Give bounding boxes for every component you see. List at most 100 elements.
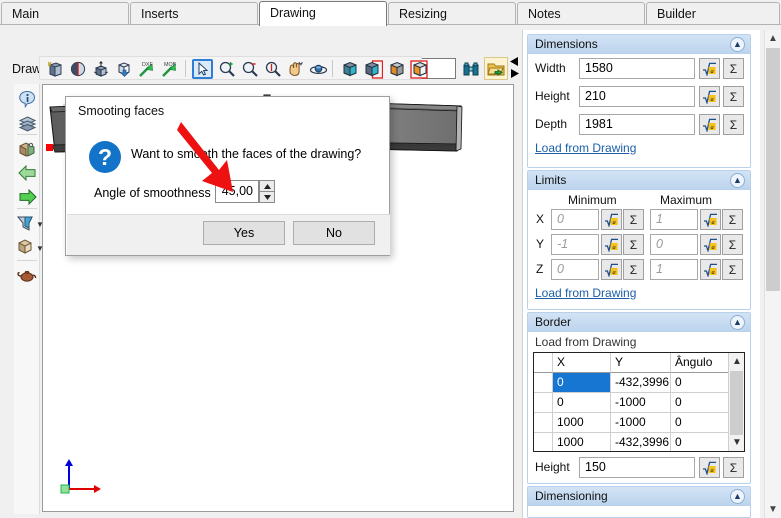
sphere-section-button[interactable] xyxy=(67,59,88,79)
cell-x[interactable]: 0 xyxy=(553,393,611,413)
chevron-up-icon[interactable]: ▲ xyxy=(730,315,745,330)
zoom-in-button[interactable] xyxy=(216,59,237,79)
height-sum-button[interactable]: Σ xyxy=(723,86,744,107)
depth-formula-button[interactable]: a xyxy=(699,114,720,135)
chevron-up-icon[interactable]: ▲ xyxy=(730,37,745,52)
shade-cube-4-button[interactable] xyxy=(409,59,430,79)
limit-y-max-sum-button[interactable]: Σ xyxy=(722,234,743,255)
cell-y[interactable]: -1000 xyxy=(611,393,671,413)
teapot-button[interactable] xyxy=(16,264,38,286)
cell-y[interactable]: -1000 xyxy=(611,413,671,433)
dialog-no-button[interactable]: No xyxy=(293,221,375,245)
table-scroll-down-button[interactable]: ▼ xyxy=(729,434,744,451)
table-row[interactable]: 0 -432,3996 0 xyxy=(534,373,744,393)
splitter-collapse-left-button[interactable] xyxy=(509,56,520,67)
table-scrollbar[interactable]: ▲ ▼ xyxy=(728,353,744,451)
width-input[interactable]: 1580 xyxy=(579,58,695,79)
table-row[interactable]: 1000 -1000 0 xyxy=(534,413,744,433)
next-button[interactable] xyxy=(16,186,38,208)
cube-import-button[interactable] xyxy=(113,59,134,79)
splitter-collapse-right-button[interactable] xyxy=(509,68,520,79)
row-selector-cell[interactable] xyxy=(534,373,553,393)
panel-scroll-down-button[interactable]: ▼ xyxy=(765,501,781,518)
new-solid-button[interactable] xyxy=(44,59,65,79)
limit-x-max-formula-button[interactable]: a xyxy=(700,209,721,230)
angle-spinner-down-button[interactable] xyxy=(259,191,275,203)
shade-cube-1-button[interactable] xyxy=(339,59,360,79)
limit-x-max-sum-button[interactable]: Σ xyxy=(722,209,743,230)
limit-x-max-input[interactable]: 1 xyxy=(650,209,698,230)
border-height-input[interactable]: 150 xyxy=(579,457,695,478)
info-button[interactable] xyxy=(16,88,38,110)
width-formula-button[interactable]: a xyxy=(699,58,720,79)
panel-scroll-thumb[interactable] xyxy=(766,48,780,291)
axis-cube-button[interactable] xyxy=(90,59,111,79)
limit-z-min-sum-button[interactable]: Σ xyxy=(623,259,644,280)
depth-sum-button[interactable]: Σ xyxy=(723,114,744,135)
limit-x-min-input[interactable]: 0 xyxy=(551,209,599,230)
layers-button[interactable] xyxy=(16,112,38,134)
table-row[interactable]: 0 -1000 0 xyxy=(534,393,744,413)
materials-button[interactable] xyxy=(16,138,38,160)
cell-angle[interactable]: 0 xyxy=(671,373,730,393)
tab-resizing[interactable]: Resizing xyxy=(388,2,516,25)
select-arrow-button[interactable] xyxy=(192,59,213,79)
zoom-actual-button[interactable] xyxy=(262,59,283,79)
height-formula-button[interactable]: a xyxy=(699,86,720,107)
zoom-out-button[interactable] xyxy=(239,59,260,79)
tab-builder[interactable]: Builder xyxy=(646,2,780,25)
limit-y-min-sum-button[interactable]: Σ xyxy=(623,234,644,255)
cell-angle[interactable]: 0 xyxy=(671,413,730,433)
dimensioning-group-header[interactable]: Dimensioning ▲ xyxy=(528,487,750,506)
limit-y-max-input[interactable]: 0 xyxy=(650,234,698,255)
border-height-sum-button[interactable]: Σ xyxy=(723,457,744,478)
limit-y-min-input[interactable]: -1 xyxy=(551,234,599,255)
limit-y-max-formula-button[interactable]: a xyxy=(700,234,721,255)
cell-angle[interactable]: 0 xyxy=(671,393,730,413)
chevron-up-icon[interactable]: ▲ xyxy=(730,489,745,504)
tab-drawing[interactable]: Drawing xyxy=(259,1,387,26)
box-button[interactable] xyxy=(14,236,36,258)
row-selector-cell[interactable] xyxy=(534,433,553,451)
limit-y-min-formula-button[interactable]: a xyxy=(601,234,622,255)
depth-input[interactable]: 1981 xyxy=(579,114,695,135)
dimensions-load-from-drawing-link[interactable]: Load from Drawing xyxy=(535,141,636,155)
limit-x-min-sum-button[interactable]: Σ xyxy=(623,209,644,230)
export-dxf-button[interactable]: DXF xyxy=(136,59,157,79)
limit-z-max-input[interactable]: 1 xyxy=(650,259,698,280)
border-points-table[interactable]: X Y Ângulo 0 -432,3996 0 0 -1000 0 1000 … xyxy=(533,352,745,452)
cell-y[interactable]: -432,3996 xyxy=(611,373,671,393)
angle-of-smoothness-input[interactable]: 45,00 xyxy=(215,180,259,203)
limit-z-min-input[interactable]: 0 xyxy=(551,259,599,280)
view-clip-button[interactable] xyxy=(14,212,36,234)
tab-notes[interactable]: Notes xyxy=(517,2,645,25)
tab-inserts[interactable]: Inserts xyxy=(130,2,258,25)
limit-z-max-formula-button[interactable]: a xyxy=(700,259,721,280)
table-row[interactable]: 1000 -432,3996 0 xyxy=(534,433,744,451)
cell-x[interactable]: 1000 xyxy=(553,433,611,451)
open-file-button[interactable] xyxy=(484,57,508,80)
row-selector-cell[interactable] xyxy=(534,413,553,433)
tab-main[interactable]: Main xyxy=(1,2,129,25)
dimensions-group-header[interactable]: Dimensions ▲ xyxy=(528,35,750,54)
table-scroll-up-button[interactable]: ▲ xyxy=(729,353,744,370)
limit-x-min-formula-button[interactable]: a xyxy=(601,209,622,230)
cell-y[interactable]: -432,3996 xyxy=(611,433,671,451)
shade-cube-3-button[interactable] xyxy=(386,59,407,79)
limit-z-max-sum-button[interactable]: Σ xyxy=(722,259,743,280)
cell-x[interactable]: 0 xyxy=(553,373,611,393)
pan-hand-button[interactable] xyxy=(285,59,306,79)
properties-panel-scrollbar[interactable]: ▲ ▼ xyxy=(764,30,781,518)
chevron-up-icon[interactable]: ▲ xyxy=(730,173,745,188)
border-height-formula-button[interactable]: a xyxy=(699,457,720,478)
row-selector-cell[interactable] xyxy=(534,393,553,413)
width-sum-button[interactable]: Σ xyxy=(723,58,744,79)
shade-cube-2-button[interactable] xyxy=(362,59,383,79)
limits-group-header[interactable]: Limits ▲ xyxy=(528,171,750,190)
cell-angle[interactable]: 0 xyxy=(671,433,730,451)
orbit-button[interactable] xyxy=(308,59,329,79)
limits-load-from-drawing-link[interactable]: Load from Drawing xyxy=(535,286,636,300)
panel-scroll-up-button[interactable]: ▲ xyxy=(765,30,781,47)
table-scroll-thumb[interactable] xyxy=(730,371,743,435)
height-input[interactable]: 210 xyxy=(579,86,695,107)
